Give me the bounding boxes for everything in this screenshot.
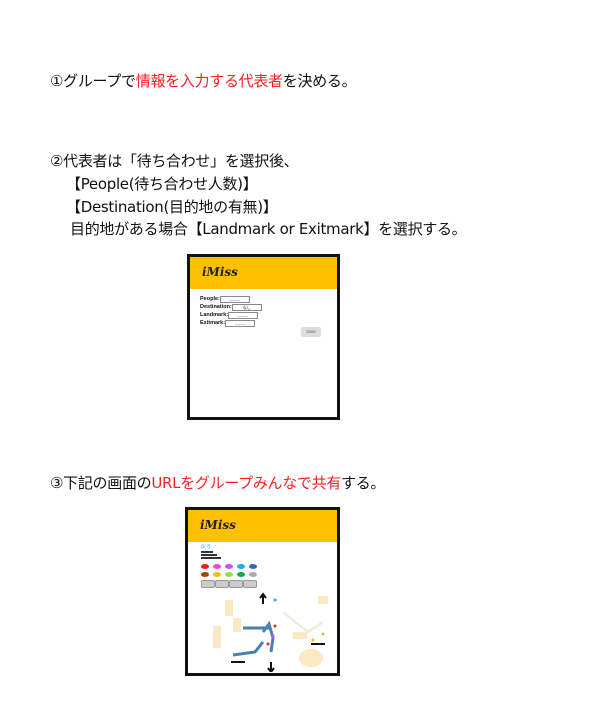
step1-post: を決める。 bbox=[282, 72, 357, 90]
landmark-label: Landmark: bbox=[200, 312, 229, 318]
settings-form: People: -------- Destination: なし Landmark:… bbox=[200, 295, 262, 327]
color-dot[interactable] bbox=[225, 572, 233, 577]
color-dot[interactable] bbox=[213, 564, 221, 569]
exitmark-label: Exitmark: bbox=[200, 320, 226, 326]
step1-text: ①グループで情報を入力する代表者を決める。 bbox=[50, 70, 357, 91]
option-button[interactable] bbox=[243, 580, 257, 588]
color-dot[interactable] bbox=[249, 564, 257, 569]
step2-line1: ②代表者は「待ち合わせ」を選択後、 bbox=[50, 152, 299, 170]
color-dot[interactable] bbox=[201, 572, 209, 577]
share-mockup: iMiss 戻る bbox=[185, 507, 340, 676]
station-map bbox=[213, 592, 328, 672]
option-button[interactable] bbox=[229, 580, 243, 588]
destination-select[interactable]: なし bbox=[231, 303, 262, 311]
color-dot[interactable] bbox=[225, 564, 233, 569]
info-line bbox=[201, 551, 213, 553]
save-button[interactable]: save bbox=[301, 327, 321, 337]
step2-line2: 【People(待ち合わせ人数)】 bbox=[66, 175, 258, 193]
step2-line3: 【Destination(目的地の有無)】 bbox=[66, 198, 278, 216]
logo: iMiss bbox=[202, 265, 238, 279]
people-select[interactable]: -------- bbox=[219, 295, 250, 303]
people-label: People: bbox=[200, 296, 220, 302]
exitmark-select[interactable]: -------- bbox=[225, 319, 256, 327]
option-button[interactable] bbox=[215, 580, 229, 588]
color-dot[interactable] bbox=[237, 564, 245, 569]
back-link[interactable]: 戻る bbox=[201, 543, 211, 550]
landmark-select[interactable]: -------- bbox=[228, 311, 259, 319]
option-button[interactable] bbox=[201, 580, 215, 588]
info-line bbox=[201, 554, 217, 556]
step3-text: ③下記の画面のURLをグループみんなで共有する。 bbox=[50, 472, 385, 493]
step1-pre: ①グループで bbox=[50, 72, 136, 90]
step1-highlight: 情報を入力する代表者 bbox=[135, 72, 283, 90]
step3-highlight: URLをグループみんなで共有 bbox=[151, 474, 342, 492]
mockup-header: iMiss bbox=[188, 510, 337, 542]
settings-mockup: iMiss People: -------- Destination: なし Lan… bbox=[187, 254, 340, 420]
mockup-header: iMiss bbox=[190, 257, 337, 289]
step2-line4: 目的地がある場合【Landmark or Exitmark】を選択する。 bbox=[70, 220, 467, 238]
color-dot[interactable] bbox=[237, 572, 245, 577]
info-line bbox=[201, 557, 221, 559]
destination-label: Destination: bbox=[200, 304, 232, 310]
logo: iMiss bbox=[200, 518, 236, 532]
color-dot[interactable] bbox=[201, 564, 209, 569]
step3-pre: ③下記の画面の bbox=[50, 474, 152, 492]
step3-post: する。 bbox=[341, 474, 386, 492]
color-dot[interactable] bbox=[213, 572, 221, 577]
color-dot[interactable] bbox=[249, 572, 257, 577]
